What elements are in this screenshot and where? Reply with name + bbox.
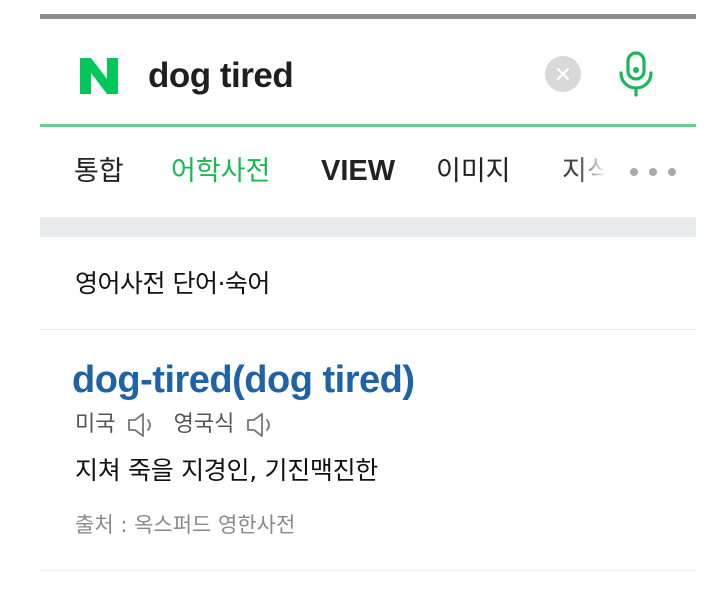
- clear-icon: [556, 67, 570, 81]
- dictionary-entry: dog-tired(dog tired) 미국 영국식 지쳐 죽을 지경인, 기…: [40, 330, 696, 571]
- tab-dictionary[interactable]: 어학사전: [171, 155, 270, 189]
- tab-integrated[interactable]: 통합: [74, 155, 124, 189]
- microphone-icon: [619, 51, 653, 97]
- section-title: 영어사전 단어·숙어: [75, 269, 270, 298]
- tab-view[interactable]: VIEW: [321, 154, 395, 188]
- entry-meaning: 지쳐 죽을 지경인, 기진맥진한: [75, 456, 378, 485]
- pron-uk-label: 영국식: [173, 412, 235, 437]
- search-tabs: 통합 어학사전 VIEW 이미지 지식: [40, 127, 696, 217]
- speaker-icon[interactable]: [244, 410, 278, 440]
- tab-knowledge[interactable]: 지식: [562, 155, 606, 189]
- voice-search-button[interactable]: [615, 49, 657, 99]
- naver-logo-icon[interactable]: [76, 53, 122, 99]
- speaker-icon[interactable]: [125, 410, 159, 440]
- search-query[interactable]: dog tired: [148, 53, 294, 99]
- tab-images[interactable]: 이미지: [436, 155, 511, 189]
- pron-us-label: 미국: [75, 412, 116, 437]
- entry-headword[interactable]: dog-tired(dog tired): [72, 358, 415, 402]
- pronunciation-row: 미국 영국식: [75, 410, 288, 444]
- section-separator: [40, 217, 696, 237]
- more-dots-icon[interactable]: [628, 163, 678, 181]
- section-header: 영어사전 단어·숙어: [40, 237, 696, 330]
- search-bar: dog tired: [40, 19, 696, 125]
- clear-search-button[interactable]: [545, 56, 581, 92]
- entry-source: 출처 : 옥스퍼드 영한사전: [75, 513, 296, 537]
